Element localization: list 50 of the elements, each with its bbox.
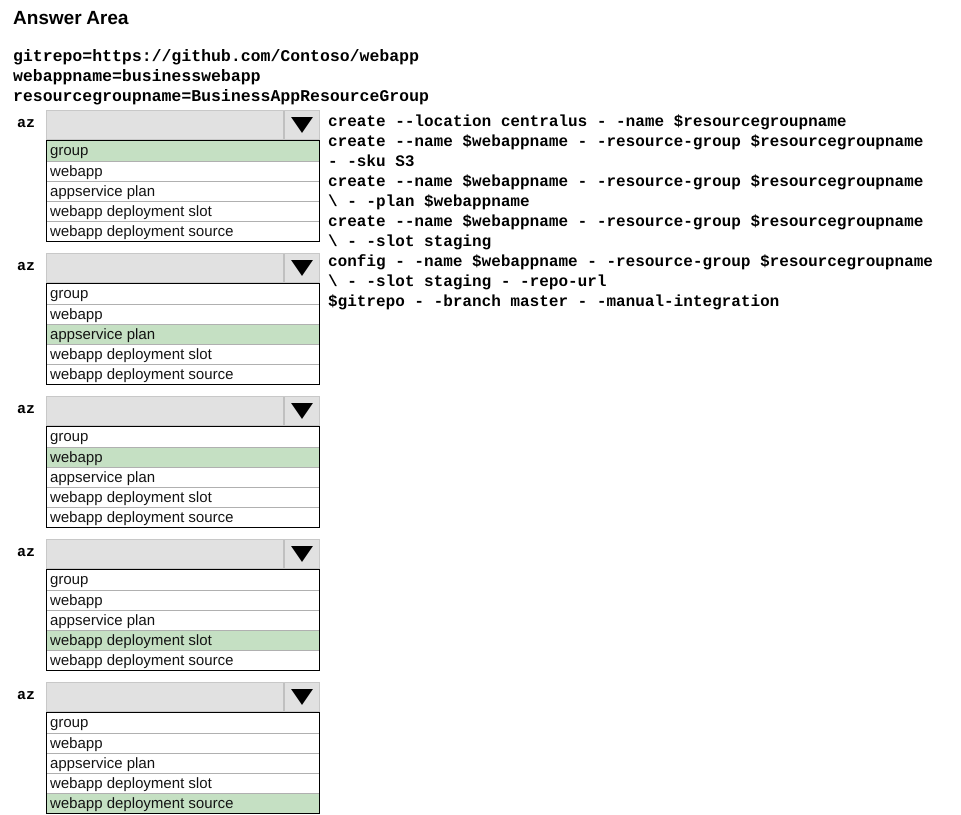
dropdown-option[interactable]: webapp bbox=[47, 304, 319, 324]
dropdown-option[interactable]: webapp deployment source bbox=[47, 793, 319, 813]
dropdown-option[interactable]: webapp deployment source bbox=[47, 507, 319, 527]
dropdown-option[interactable]: appservice plan bbox=[47, 753, 319, 773]
code-line: config - -name $webappname - -resource-group $resourcegroupname bbox=[328, 252, 933, 272]
dropdown[interactable] bbox=[46, 682, 320, 712]
dropdown-option[interactable]: webapp bbox=[47, 733, 319, 753]
caret-icon bbox=[291, 117, 313, 133]
dropdown-option[interactable]: webapp deployment slot bbox=[47, 630, 319, 650]
code-line: create --name $webappname - -resource-group $resourcegroupname bbox=[328, 132, 924, 152]
code-line: resourcegroupname=BusinessAppResourceGroup bbox=[13, 87, 429, 107]
code-line: create --name $webappname - -resource-group $resourcegroupname bbox=[328, 172, 924, 192]
dropdown-option[interactable]: appservice plan bbox=[47, 610, 319, 630]
dropdown[interactable] bbox=[46, 539, 320, 569]
dropdown-option[interactable]: appservice plan bbox=[47, 467, 319, 487]
command-prefix: az bbox=[16, 543, 36, 563]
dropdown-option[interactable]: webapp deployment slot bbox=[47, 344, 319, 364]
dropdown-option[interactable]: webapp deployment source bbox=[47, 364, 319, 384]
command-prefix: az bbox=[16, 257, 36, 277]
code-line: - -sku S3 bbox=[328, 152, 414, 172]
command-prefix: az bbox=[16, 114, 36, 134]
code-line: gitrepo=https://github.com/Contoso/webapp bbox=[13, 47, 419, 67]
dropdown-option[interactable]: webapp bbox=[47, 447, 319, 467]
code-line: webappname=businesswebapp bbox=[13, 67, 261, 87]
code-line: \ - -slot staging - -repo-url bbox=[328, 272, 606, 292]
code-line: \ - -plan $webappname bbox=[328, 192, 530, 212]
code-line: \ - -slot staging bbox=[328, 232, 492, 252]
dropdown[interactable] bbox=[46, 253, 320, 283]
caret-icon bbox=[291, 546, 313, 562]
dropdown-option[interactable]: webapp deployment slot bbox=[47, 487, 319, 507]
command-prefix: az bbox=[16, 400, 36, 420]
dropdown[interactable] bbox=[46, 396, 320, 426]
heading: Answer Area bbox=[13, 7, 130, 31]
dropdown-option[interactable]: webapp deployment slot bbox=[47, 773, 319, 793]
dropdown-option[interactable]: webapp bbox=[47, 161, 319, 181]
dropdown-option[interactable]: appservice plan bbox=[47, 181, 319, 201]
dropdown-option[interactable]: group bbox=[47, 141, 319, 161]
dropdown-option[interactable]: webapp deployment source bbox=[47, 221, 319, 241]
caret-icon bbox=[291, 260, 313, 276]
code-line: create --location centralus - -name $resourcegroupname bbox=[328, 112, 846, 132]
dropdown-option[interactable]: webapp deployment slot bbox=[47, 201, 319, 221]
code-line: $gitrepo - -branch master - -manual-integration bbox=[328, 292, 780, 312]
code-line: create --name $webappname - -resource-group $resourcegroupname bbox=[328, 212, 924, 232]
dropdown-option[interactable]: webapp bbox=[47, 590, 319, 610]
dropdown-option[interactable]: webapp deployment source bbox=[47, 650, 319, 670]
caret-icon bbox=[291, 403, 313, 419]
command-prefix: az bbox=[16, 686, 36, 706]
dropdown-option[interactable]: appservice plan bbox=[47, 324, 319, 344]
caret-icon bbox=[291, 689, 313, 705]
dropdown[interactable] bbox=[46, 110, 320, 140]
